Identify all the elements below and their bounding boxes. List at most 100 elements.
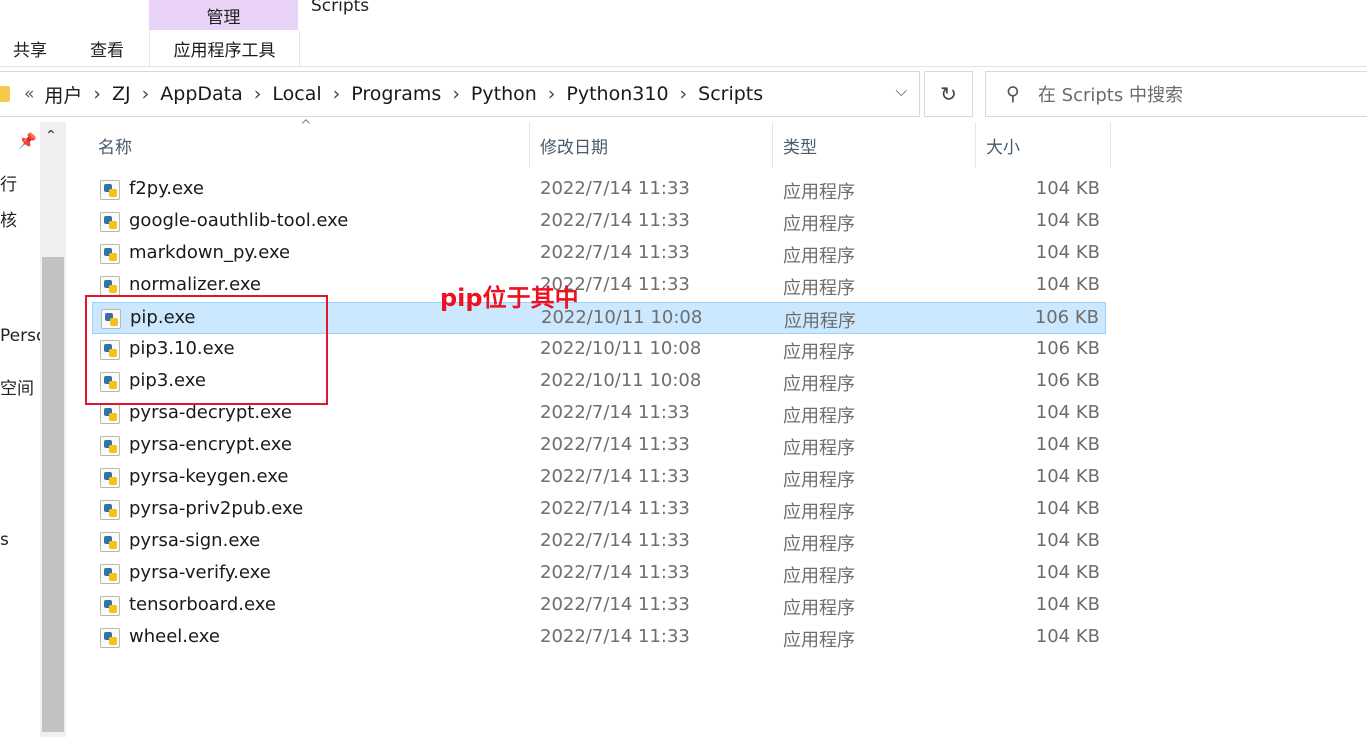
file-size: 104 KB bbox=[1035, 210, 1100, 231]
file-type: 应用程序 bbox=[783, 438, 855, 459]
file-row[interactable]: tensorboard.exe 2022/7/14 11:33 应用程序 104 KB bbox=[92, 590, 1106, 622]
file-size: 106 KB bbox=[1034, 307, 1099, 328]
file-name: f2py.exe bbox=[129, 178, 204, 199]
python-exe-icon bbox=[100, 180, 120, 200]
column-size[interactable]: 大小 bbox=[976, 122, 1111, 168]
python-exe-icon bbox=[100, 276, 120, 296]
breadcrumb-scripts[interactable]: Scripts bbox=[698, 83, 763, 105]
file-name: markdown_py.exe bbox=[129, 242, 291, 263]
python-exe-icon bbox=[100, 596, 120, 616]
file-date: 2022/10/11 10:08 bbox=[540, 370, 702, 391]
file-type: 应用程序 bbox=[783, 374, 855, 395]
scroll-up-icon[interactable]: ⌃ bbox=[45, 128, 57, 144]
file-date: 2022/7/14 11:33 bbox=[540, 178, 690, 199]
window-title: Scripts bbox=[311, 0, 370, 16]
refresh-icon: ↻ bbox=[940, 82, 957, 106]
file-name: pyrsa-encrypt.exe bbox=[129, 434, 292, 455]
file-size: 104 KB bbox=[1035, 466, 1100, 487]
column-name[interactable]: 名称 bbox=[88, 122, 530, 168]
file-size: 106 KB bbox=[1035, 370, 1100, 391]
file-type: 应用程序 bbox=[783, 246, 855, 267]
python-exe-icon bbox=[100, 532, 120, 552]
breadcrumb-local[interactable]: Local bbox=[272, 83, 321, 105]
search-icon: ⚲ bbox=[1006, 83, 1020, 105]
breadcrumb-users[interactable]: 用户 bbox=[44, 81, 82, 108]
file-size: 104 KB bbox=[1035, 178, 1100, 199]
nav-item[interactable]: 核 bbox=[0, 206, 17, 231]
file-size: 104 KB bbox=[1035, 562, 1100, 583]
file-type: 应用程序 bbox=[783, 406, 855, 427]
column-type[interactable]: 类型 bbox=[773, 122, 976, 168]
file-date: 2022/7/14 11:33 bbox=[540, 210, 690, 231]
file-date: 2022/7/14 11:33 bbox=[540, 498, 690, 519]
nav-scrollbar[interactable]: ⌃ bbox=[40, 122, 66, 737]
breadcrumb-separator-icon[interactable]: › bbox=[142, 83, 150, 105]
annotation-label: pip位于其中 bbox=[440, 284, 579, 312]
file-size: 104 KB bbox=[1035, 434, 1100, 455]
file-date: 2022/7/14 11:33 bbox=[540, 242, 690, 263]
chevron-down-icon[interactable]: ⌵ bbox=[896, 82, 907, 100]
breadcrumb-appdata[interactable]: AppData bbox=[160, 83, 243, 105]
breadcrumb-zj[interactable]: ZJ bbox=[112, 83, 131, 105]
overflow-chevron-icon[interactable]: « bbox=[24, 84, 34, 104]
folder-icon bbox=[0, 86, 10, 102]
file-type: 应用程序 bbox=[784, 311, 856, 332]
file-size: 104 KB bbox=[1035, 498, 1100, 519]
nav-item[interactable]: Persc bbox=[0, 326, 45, 346]
file-row[interactable]: pyrsa-priv2pub.exe 2022/7/14 11:33 应用程序 104… bbox=[92, 494, 1106, 526]
breadcrumb-separator-icon[interactable]: › bbox=[333, 83, 341, 105]
file-row[interactable]: pyrsa-sign.exe 2022/7/14 11:33 应用程序 104 KB bbox=[92, 526, 1106, 558]
file-size: 104 KB bbox=[1035, 274, 1100, 295]
python-exe-icon bbox=[100, 564, 120, 584]
breadcrumb-separator-icon[interactable]: › bbox=[93, 83, 101, 105]
refresh-button[interactable]: ↻ bbox=[924, 71, 973, 117]
column-header: ^ 名称 修改日期 类型 大小 bbox=[66, 118, 1366, 172]
nav-item[interactable]: 空间 bbox=[0, 374, 34, 399]
scrollbar-thumb[interactable] bbox=[42, 257, 64, 732]
file-name: pyrsa-verify.exe bbox=[129, 562, 271, 583]
file-name: wheel.exe bbox=[129, 626, 220, 647]
tab-manage[interactable]: 管理 bbox=[149, 0, 298, 30]
tab-view[interactable]: 查看 bbox=[90, 36, 124, 61]
file-date: 2022/7/14 11:33 bbox=[540, 402, 690, 423]
file-name: pyrsa-decrypt.exe bbox=[129, 402, 292, 423]
column-date[interactable]: 修改日期 bbox=[530, 122, 773, 168]
file-row[interactable]: markdown_py.exe 2022/7/14 11:33 应用程序 104 KB bbox=[92, 238, 1106, 270]
file-date: 2022/7/14 11:33 bbox=[540, 434, 690, 455]
file-name: pyrsa-keygen.exe bbox=[129, 466, 289, 487]
file-row[interactable]: pyrsa-verify.exe 2022/7/14 11:33 应用程序 104 K… bbox=[92, 558, 1106, 590]
tab-application-tools[interactable]: 应用程序工具 bbox=[149, 30, 300, 66]
breadcrumb-programs[interactable]: Programs bbox=[351, 83, 441, 105]
file-row[interactable]: wheel.exe 2022/7/14 11:33 应用程序 104 KB bbox=[92, 622, 1106, 654]
python-exe-icon bbox=[100, 212, 120, 232]
nav-item[interactable]: 行 bbox=[0, 170, 17, 195]
tab-share[interactable]: 共享 bbox=[13, 36, 47, 61]
breadcrumb-separator-icon[interactable]: › bbox=[548, 83, 556, 105]
file-type: 应用程序 bbox=[783, 566, 855, 587]
file-type: 应用程序 bbox=[783, 182, 855, 203]
file-row[interactable]: google-oauthlib-tool.exe 2022/7/14 11:33 应… bbox=[92, 206, 1106, 238]
file-size: 104 KB bbox=[1035, 626, 1100, 647]
breadcrumb-separator-icon[interactable]: › bbox=[452, 83, 460, 105]
file-row[interactable]: pyrsa-encrypt.exe 2022/7/14 11:33 应用程序 104 … bbox=[92, 430, 1106, 462]
search-placeholder: 在 Scripts 中搜索 bbox=[1037, 85, 1183, 106]
python-exe-icon bbox=[100, 468, 120, 488]
file-row[interactable]: pyrsa-keygen.exe 2022/7/14 11:33 应用程序 104 K… bbox=[92, 462, 1106, 494]
file-row[interactable]: f2py.exe 2022/7/14 11:33 应用程序 104 KB bbox=[92, 174, 1106, 206]
file-date: 2022/7/14 11:33 bbox=[540, 626, 690, 647]
file-type: 应用程序 bbox=[783, 534, 855, 555]
file-type: 应用程序 bbox=[783, 598, 855, 619]
python-exe-icon bbox=[100, 404, 120, 424]
breadcrumb-python[interactable]: Python bbox=[471, 83, 537, 105]
breadcrumb-separator-icon[interactable]: › bbox=[680, 83, 688, 105]
file-date: 2022/10/11 10:08 bbox=[540, 338, 702, 359]
pin-icon[interactable]: 📌 bbox=[18, 132, 37, 150]
file-name: google-oauthlib-tool.exe bbox=[129, 210, 349, 231]
breadcrumb-python310[interactable]: Python310 bbox=[566, 83, 668, 105]
search-box[interactable]: ⚲ 在 Scripts 中搜索 bbox=[985, 71, 1367, 117]
file-type: 应用程序 bbox=[783, 342, 855, 363]
file-type: 应用程序 bbox=[783, 278, 855, 299]
nav-item[interactable]: s bbox=[0, 530, 9, 550]
address-bar[interactable]: « 用户 › ZJ › AppData › Local › Programs ›… bbox=[0, 71, 920, 117]
breadcrumb-separator-icon[interactable]: › bbox=[254, 83, 262, 105]
